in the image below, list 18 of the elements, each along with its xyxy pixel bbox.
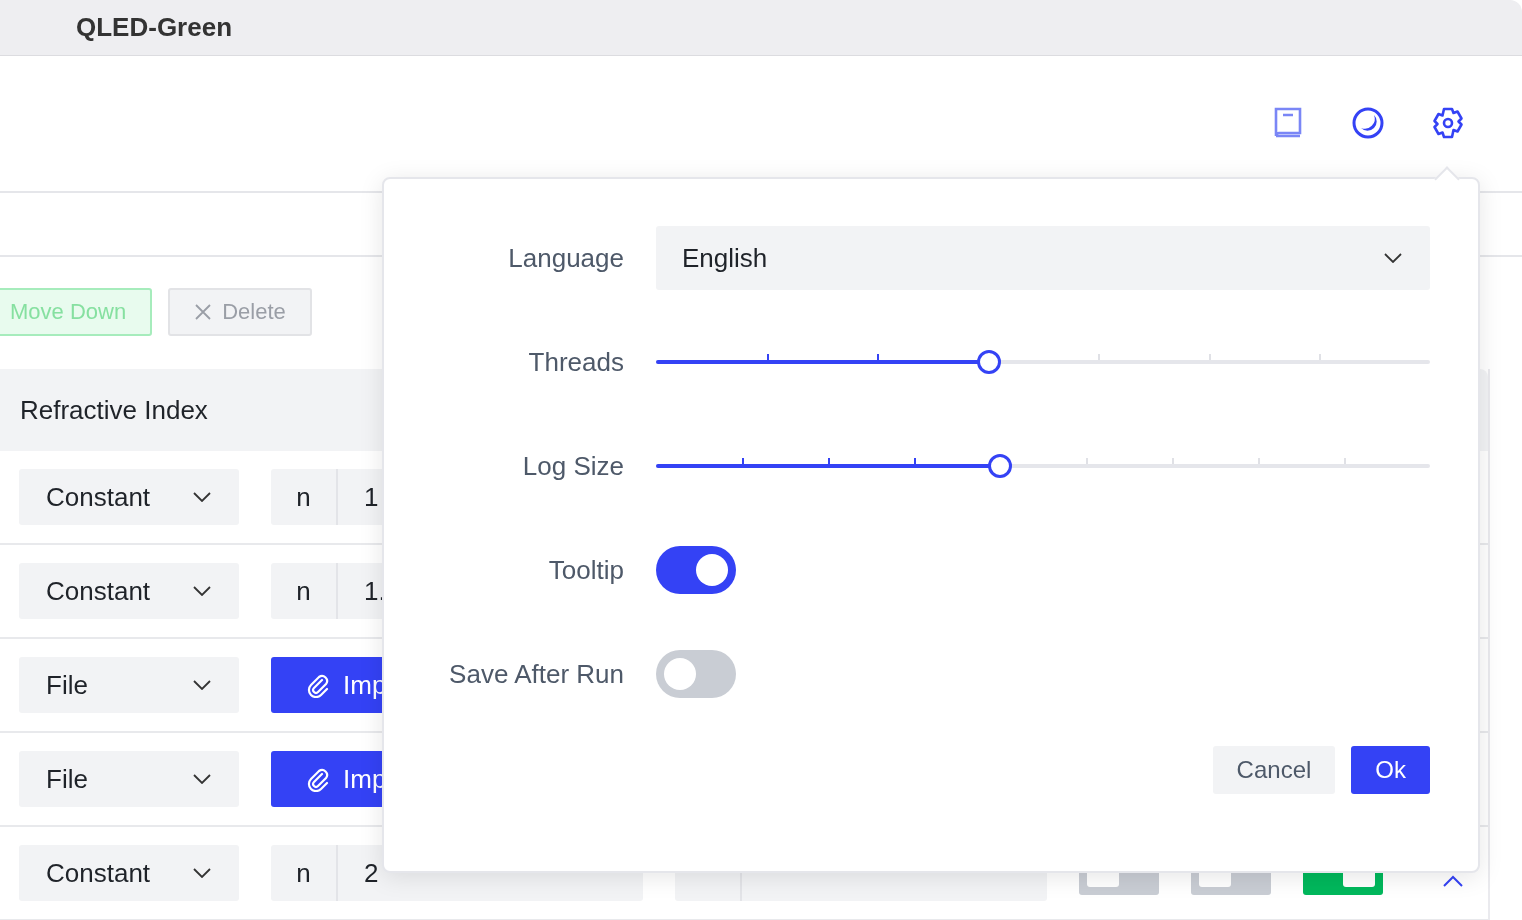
source-select[interactable]: Constant — [19, 845, 239, 901]
cancel-button[interactable]: Cancel — [1212, 746, 1336, 794]
field-label: Language — [507, 242, 625, 274]
field-label: Save After Run — [448, 658, 625, 690]
source-select[interactable]: File — [19, 657, 239, 713]
source-select[interactable]: Constant — [19, 469, 239, 525]
source-select[interactable]: Constant — [19, 563, 239, 619]
addon-label: n — [271, 563, 338, 619]
section-title: Refractive Index — [20, 394, 208, 426]
field-label: Log Size — [521, 450, 625, 482]
language-select[interactable]: English — [656, 226, 1430, 290]
field-label: Threads — [527, 346, 625, 378]
ok-button[interactable]: Ok — [1351, 746, 1430, 794]
addon-label: n — [271, 845, 338, 901]
addon-label: n — [271, 469, 338, 525]
field-label: Tooltip — [547, 554, 625, 586]
window-title: QLED-Green — [76, 12, 233, 43]
source-select[interactable]: File — [19, 751, 239, 807]
